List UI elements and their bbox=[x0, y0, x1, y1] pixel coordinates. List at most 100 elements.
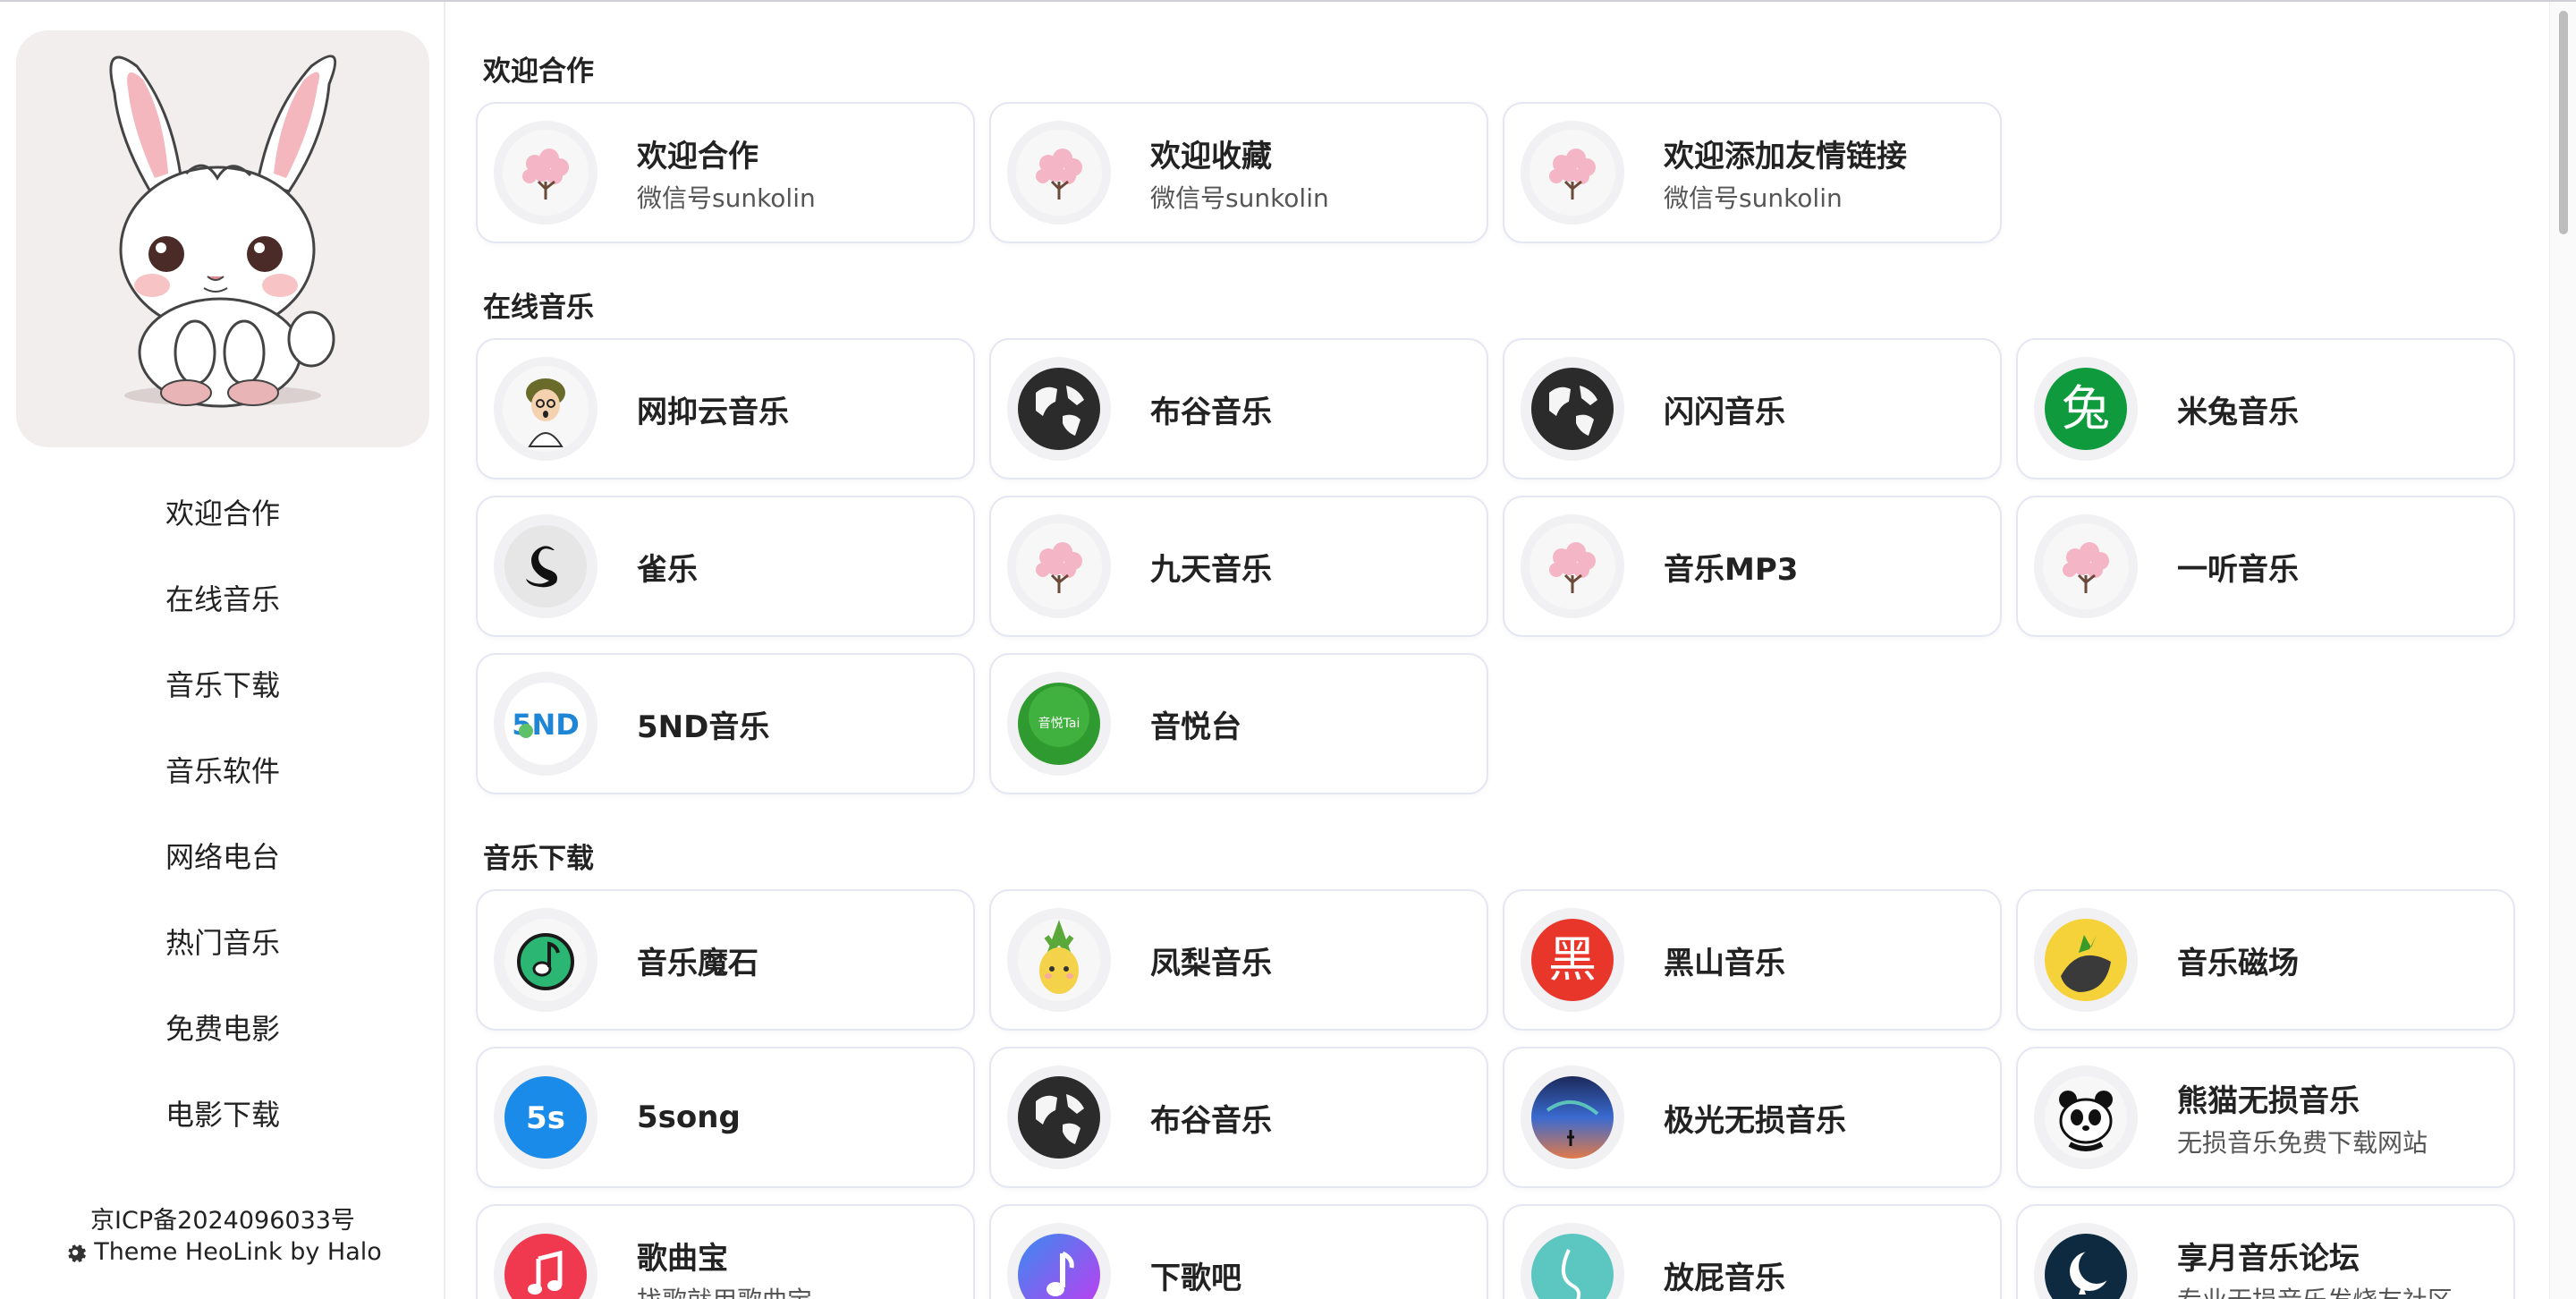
link-card[interactable]: 一听音乐 bbox=[2016, 496, 2515, 637]
link-card[interactable]: 欢迎合作 微信号sunkolin bbox=[476, 102, 975, 243]
card-name: 下歌吧 bbox=[1150, 1260, 1241, 1296]
card-name: 布谷音乐 bbox=[1150, 394, 1272, 430]
nav-item-free-movies[interactable]: 免费电影 bbox=[0, 993, 445, 1079]
moon-logo-icon bbox=[2034, 1223, 2138, 1299]
aurora-icon bbox=[1521, 1066, 1624, 1169]
link-card[interactable]: 网抑云音乐 bbox=[476, 338, 975, 480]
cherry-blossom-icon bbox=[1007, 514, 1111, 618]
yinyuetai-logo-icon: 音悦Tai bbox=[1007, 672, 1111, 776]
vertical-scrollbar[interactable] bbox=[2549, 2, 2576, 1299]
music-note-icon bbox=[494, 908, 597, 1012]
sidebar-nav: 欢迎合作 在线音乐 音乐下载 音乐软件 网络电台 热门音乐 免费电影 电影下载 bbox=[0, 478, 445, 1165]
scrollbar-thumb[interactable] bbox=[2559, 11, 2568, 234]
bunny-avatar-icon bbox=[109, 55, 337, 408]
link-card[interactable]: 熊猫无损音乐无损音乐免费下载网站 bbox=[2016, 1047, 2515, 1188]
card-name: 音乐魔石 bbox=[637, 945, 758, 981]
section-title-welcome: 欢迎合作 bbox=[483, 55, 594, 88]
section-title-online-music: 在线音乐 bbox=[483, 292, 594, 324]
nav-item-hot-music[interactable]: 热门音乐 bbox=[0, 907, 445, 993]
globe-icon bbox=[1007, 357, 1111, 461]
nav-item-movie-download[interactable]: 电影下载 bbox=[0, 1079, 445, 1165]
nav-item-web-radio[interactable]: 网络电台 bbox=[0, 821, 445, 907]
link-card[interactable]: 布谷音乐 bbox=[989, 338, 1488, 480]
card-name: 欢迎合作 bbox=[637, 138, 758, 174]
link-card[interactable]: 兔 米兔音乐 bbox=[2016, 338, 2515, 480]
icp-license-link[interactable]: 京ICP备2024096033号 bbox=[0, 1201, 445, 1238]
card-name: 欢迎添加友情链接 bbox=[1664, 138, 1907, 174]
svg-text:兔: 兔 bbox=[2062, 380, 2110, 437]
svg-text:音悦Tai: 音悦Tai bbox=[1038, 716, 1080, 731]
cherry-blossom-icon bbox=[1521, 121, 1624, 225]
card-name: 米兔音乐 bbox=[2177, 394, 2299, 430]
link-card[interactable]: 5ND 5ND音乐 bbox=[476, 653, 975, 794]
card-name: 音乐磁场 bbox=[2177, 945, 2299, 981]
link-card[interactable]: 音悦Tai 音悦台 bbox=[989, 653, 1488, 794]
card-name: 歌曲宝 bbox=[637, 1240, 728, 1277]
5nd-logo-icon: 5ND bbox=[494, 672, 597, 776]
card-name: 5song bbox=[637, 1099, 741, 1135]
heishan-logo-icon: 黑 bbox=[1521, 908, 1624, 1012]
card-name: 欢迎收藏 bbox=[1150, 138, 1272, 174]
link-card[interactable]: 雀乐 bbox=[476, 496, 975, 637]
theme-credit-text: Theme HeoLink by Halo bbox=[94, 1238, 382, 1266]
card-name: 闪闪音乐 bbox=[1664, 394, 1785, 430]
card-name: 凤梨音乐 bbox=[1150, 945, 1272, 981]
globe-icon bbox=[1521, 357, 1624, 461]
card-desc: 微信号sunkolin bbox=[1150, 183, 1329, 213]
card-name: 雀乐 bbox=[637, 551, 698, 588]
cherry-blossom-icon bbox=[2034, 514, 2138, 618]
card-name: 九天音乐 bbox=[1150, 551, 1272, 588]
link-card[interactable]: 音乐磁场 bbox=[2016, 889, 2515, 1031]
card-name: 网抑云音乐 bbox=[637, 394, 789, 430]
link-card[interactable]: 凤梨音乐 bbox=[989, 889, 1488, 1031]
cherry-blossom-icon bbox=[1521, 514, 1624, 618]
avatar[interactable] bbox=[16, 30, 429, 447]
nav-item-music-software[interactable]: 音乐软件 bbox=[0, 735, 445, 821]
cherry-blossom-icon bbox=[1007, 121, 1111, 225]
sidebar-footer: 京ICP备2024096033号 Theme HeoLink by Halo bbox=[0, 1201, 445, 1266]
mitu-logo-icon: 兔 bbox=[2034, 357, 2138, 461]
pineapple-icon bbox=[1007, 908, 1111, 1012]
panda-icon bbox=[2034, 1066, 2138, 1169]
card-name: 享月音乐论坛 bbox=[2177, 1240, 2360, 1277]
link-card[interactable]: 音乐魔石 bbox=[476, 889, 975, 1031]
music-note-gradient-icon bbox=[1007, 1223, 1111, 1299]
link-card[interactable]: 欢迎添加友情链接微信号sunkolin bbox=[1503, 102, 2002, 243]
card-desc: 专业无损音乐发烧友社区 bbox=[2177, 1281, 2453, 1299]
card-name: 音乐MP3 bbox=[1664, 551, 1799, 588]
link-card[interactable]: 欢迎收藏微信号sunkolin bbox=[989, 102, 1488, 243]
link-card[interactable]: 极光无损音乐 bbox=[1503, 1047, 2002, 1188]
svg-text:黑: 黑 bbox=[1548, 931, 1597, 988]
card-name: 一听音乐 bbox=[2177, 551, 2299, 588]
link-card[interactable]: 5s 5song bbox=[476, 1047, 975, 1188]
link-card[interactable]: 享月音乐论坛专业无损音乐发烧友社区 bbox=[2016, 1204, 2515, 1299]
swan-icon bbox=[494, 514, 597, 618]
teal-wave-icon bbox=[1521, 1223, 1624, 1299]
card-desc: 微信号sunkolin bbox=[1664, 183, 1843, 213]
link-card[interactable]: 下歌吧 bbox=[989, 1204, 1488, 1299]
cherry-blossom-icon bbox=[494, 121, 597, 225]
card-desc: 找歌就用歌曲宝 bbox=[637, 1281, 812, 1299]
card-name: 极光无损音乐 bbox=[1664, 1102, 1846, 1139]
globe-icon bbox=[1007, 1066, 1111, 1169]
svg-text:5s: 5s bbox=[526, 1100, 565, 1136]
card-desc: 无损音乐免费下载网站 bbox=[2177, 1127, 2428, 1158]
cartoon-man-icon bbox=[494, 357, 597, 461]
card-name: 5ND音乐 bbox=[637, 709, 770, 745]
card-name: 黑山音乐 bbox=[1664, 945, 1785, 981]
link-card[interactable]: 闪闪音乐 bbox=[1503, 338, 2002, 480]
link-card[interactable]: 九天音乐 bbox=[989, 496, 1488, 637]
link-card[interactable]: 布谷音乐 bbox=[989, 1047, 1488, 1188]
nav-item-online-music[interactable]: 在线音乐 bbox=[0, 564, 445, 650]
sidebar: 欢迎合作 在线音乐 音乐下载 音乐软件 网络电台 热门音乐 免费电影 电影下载 … bbox=[0, 2, 445, 1299]
link-card[interactable]: 放屁音乐 bbox=[1503, 1204, 2002, 1299]
link-card[interactable]: 音乐MP3 bbox=[1503, 496, 2002, 637]
nav-item-music-download[interactable]: 音乐下载 bbox=[0, 650, 445, 735]
card-name: 放屁音乐 bbox=[1664, 1260, 1785, 1296]
main-content: 欢迎合作 欢迎合作 微信号sunkolin 欢迎收藏 微信号sunkolin 欢迎添… bbox=[447, 2, 2549, 1299]
card-name: 熊猫无损音乐 bbox=[2177, 1082, 2360, 1119]
theme-credit[interactable]: Theme HeoLink by Halo bbox=[0, 1238, 445, 1266]
link-card[interactable]: 黑 黑山音乐 bbox=[1503, 889, 2002, 1031]
link-card[interactable]: 歌曲宝找歌就用歌曲宝 bbox=[476, 1204, 975, 1299]
nav-item-welcome[interactable]: 欢迎合作 bbox=[0, 478, 445, 564]
